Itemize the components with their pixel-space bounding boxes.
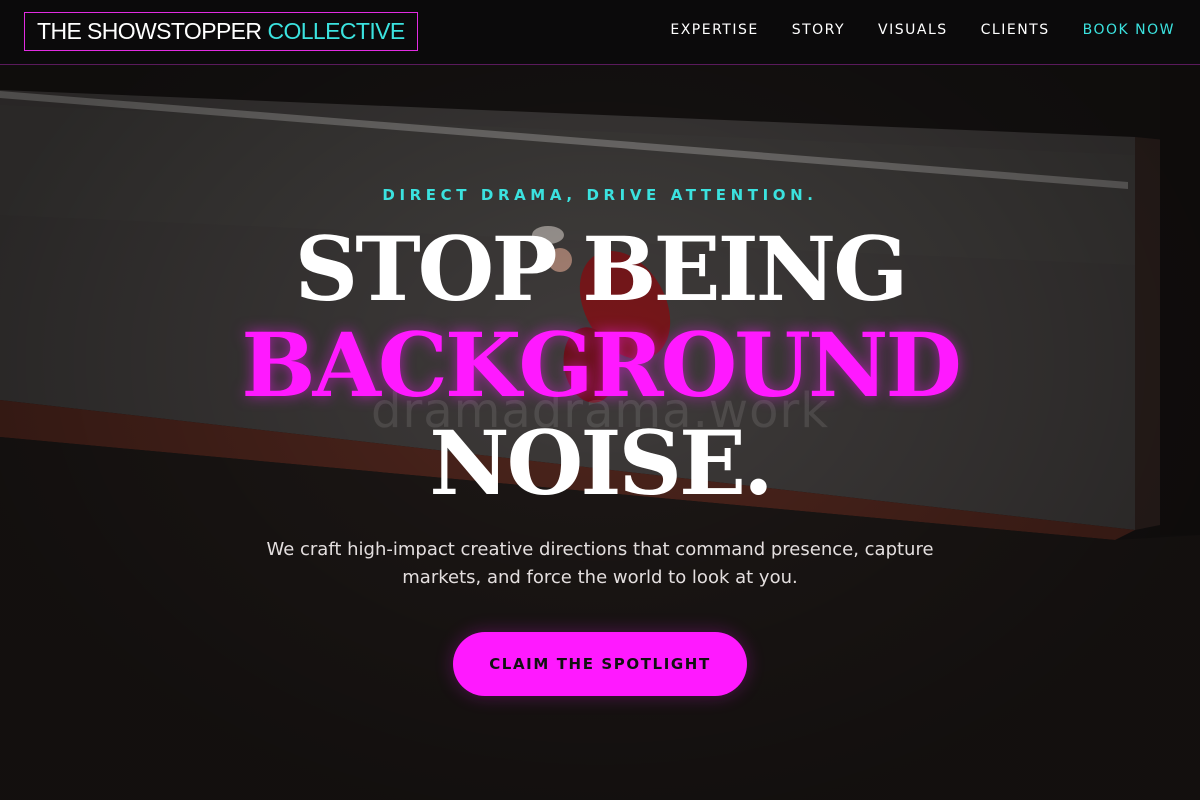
hero-eyebrow: DIRECT DRAMA, DRIVE ATTENTION.: [382, 186, 818, 204]
hero-section: DIRECT DRAMA, DRIVE ATTENTION. dramadram…: [0, 65, 1200, 800]
hero-headline: STOP BEING BACKGROUND NOISE.: [0, 225, 1200, 515]
nav-link-expertise[interactable]: EXPERTISE: [670, 22, 758, 38]
claim-spotlight-button[interactable]: CLAIM THE SPOTLIGHT: [453, 632, 747, 696]
nav-links: EXPERTISE STORY VISUALS CLIENTS BOOK NOW: [670, 22, 1175, 38]
hero-subcopy: We craft high-impact creative directions…: [266, 539, 934, 588]
headline-line-1: STOP BEING: [294, 217, 909, 321]
nav-link-clients[interactable]: CLIENTS: [981, 22, 1050, 38]
top-navigation: THE SHOWSTOPPER COLLECTIVE EXPERTISE STO…: [0, 0, 1200, 65]
brand-name-primary: THE SHOWSTOPPER: [37, 18, 262, 44]
nav-link-book-now[interactable]: BOOK NOW: [1083, 22, 1175, 38]
headline-line-3: NOISE.: [429, 411, 774, 515]
brand-logo[interactable]: THE SHOWSTOPPER COLLECTIVE: [24, 12, 418, 51]
landing-page: THE SHOWSTOPPER COLLECTIVE EXPERTISE STO…: [0, 0, 1200, 800]
hero-content: DIRECT DRAMA, DRIVE ATTENTION. dramadram…: [0, 65, 1200, 800]
brand-name-accent: COLLECTIVE: [267, 18, 405, 44]
headline-line-2: BACKGROUND: [241, 313, 962, 417]
nav-link-story[interactable]: STORY: [792, 22, 845, 38]
nav-link-visuals[interactable]: VISUALS: [878, 22, 948, 38]
